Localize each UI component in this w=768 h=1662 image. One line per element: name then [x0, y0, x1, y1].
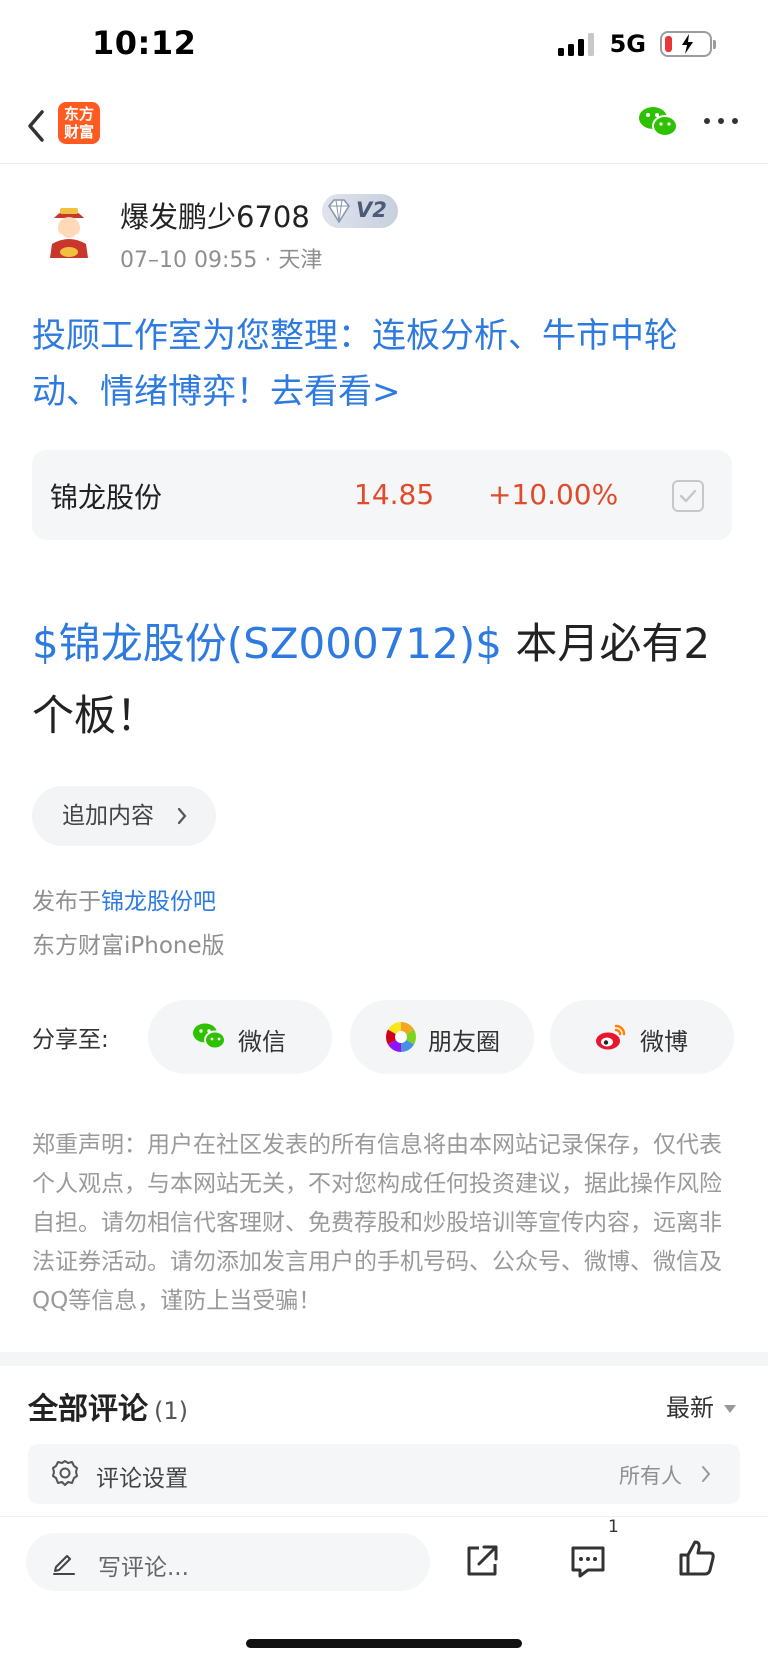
stock-price: 14.85: [354, 478, 435, 511]
comments-count: (1): [154, 1397, 188, 1425]
post-body: $锦龙股份(SZ000712)$ 本月必有2个板！: [32, 608, 742, 752]
network-type: 5G: [609, 30, 646, 58]
share-weibo-button[interactable]: 微博: [550, 1000, 734, 1074]
forum-link[interactable]: 锦龙股份吧: [101, 889, 216, 915]
add-watchlist-checkbox[interactable]: [672, 480, 704, 512]
wechat-share-icon[interactable]: [638, 104, 678, 140]
append-content-button[interactable]: 追加内容: [32, 786, 216, 846]
disclaimer: 郑重声明：用户在社区发表的所有信息将由本网站记录保存，仅代表个人观点，与本网站无…: [32, 1132, 722, 1314]
chevron-right-icon: [177, 807, 187, 825]
published-in: 发布于锦龙股份吧: [32, 882, 216, 916]
pencil-icon: [53, 1555, 75, 1575]
promo-link[interactable]: 投顾工作室为您整理：连板分析、牛市中轮动、情绪博弈！去看看>: [32, 308, 732, 420]
share-wechat-label: 微信: [238, 1028, 286, 1056]
share-moments-button[interactable]: 朋友圈: [350, 1000, 534, 1074]
logo-text-line2: 财富: [63, 123, 94, 141]
logo-text-line1: 东方: [63, 105, 94, 123]
share-icon[interactable]: [462, 1541, 502, 1581]
author-name[interactable]: 爆发鹏少6708: [120, 194, 310, 236]
comment-icon[interactable]: [568, 1541, 608, 1581]
eastmoney-logo[interactable]: 东方 财富: [58, 102, 100, 144]
comment-settings-label: 评论设置: [96, 1466, 188, 1492]
wechat-icon: [193, 1023, 226, 1050]
moments-icon: [385, 1022, 417, 1052]
sort-label: 最新: [666, 1394, 714, 1422]
share-weibo-label: 微博: [640, 1028, 688, 1056]
thumbs-up-icon[interactable]: [676, 1537, 718, 1579]
status-indicators: 5G: [557, 30, 716, 58]
stock-name: 锦龙股份: [50, 481, 163, 514]
weibo-icon: [596, 1024, 626, 1050]
chevron-right-icon: [702, 1466, 711, 1482]
status-time: 10:12: [92, 24, 197, 62]
home-indicator: [246, 1639, 522, 1648]
append-content-label: 追加内容: [62, 803, 154, 829]
status-bar: 10:12 5G: [0, 0, 768, 90]
signal-icon: [557, 32, 594, 56]
post-meta: 07–10 09:55 · 天津: [120, 248, 323, 273]
stock-cashtag-link[interactable]: $锦龙股份(SZ000712)$: [32, 619, 502, 668]
share-label: 分享至:: [32, 1027, 109, 1053]
gear-icon: [52, 1460, 78, 1486]
avatar[interactable]: [36, 198, 102, 264]
comment-placeholder: 写评论...: [98, 1555, 189, 1581]
stock-card[interactable]: 锦龙股份 14.85 +10.00%: [32, 450, 732, 540]
bottom-action-bar: 写评论... 1: [0, 1516, 768, 1662]
vip-badge: V2: [322, 194, 398, 228]
comment-count-badge: 1: [608, 1517, 619, 1537]
comment-settings-value: 所有人: [619, 1464, 682, 1488]
comments-title-label: 全部评论: [28, 1392, 148, 1427]
more-options-icon[interactable]: [704, 118, 738, 128]
battery-icon: [660, 31, 716, 57]
platform-source: 东方财富iPhone版: [32, 933, 225, 959]
comment-settings-row[interactable]: 评论设置 所有人: [28, 1444, 740, 1504]
section-divider: [0, 1352, 768, 1366]
share-wechat-button[interactable]: 微信: [148, 1000, 332, 1074]
comments-title: 全部评论 (1): [28, 1384, 188, 1428]
share-moments-label: 朋友圈: [428, 1028, 500, 1056]
stock-change: +10.00%: [488, 478, 619, 511]
published-prefix: 发布于: [32, 889, 101, 915]
nav-bar: 东方 财富: [0, 90, 768, 164]
caret-down-icon: [724, 1405, 736, 1413]
back-icon[interactable]: [22, 106, 56, 146]
comments-sort-dropdown[interactable]: 最新: [666, 1388, 736, 1423]
vip-level: V2: [356, 198, 387, 222]
author-header: 爆发鹏少6708 V2 07–10 09:55 · 天津: [0, 186, 768, 276]
write-comment-input[interactable]: 写评论...: [26, 1533, 430, 1591]
